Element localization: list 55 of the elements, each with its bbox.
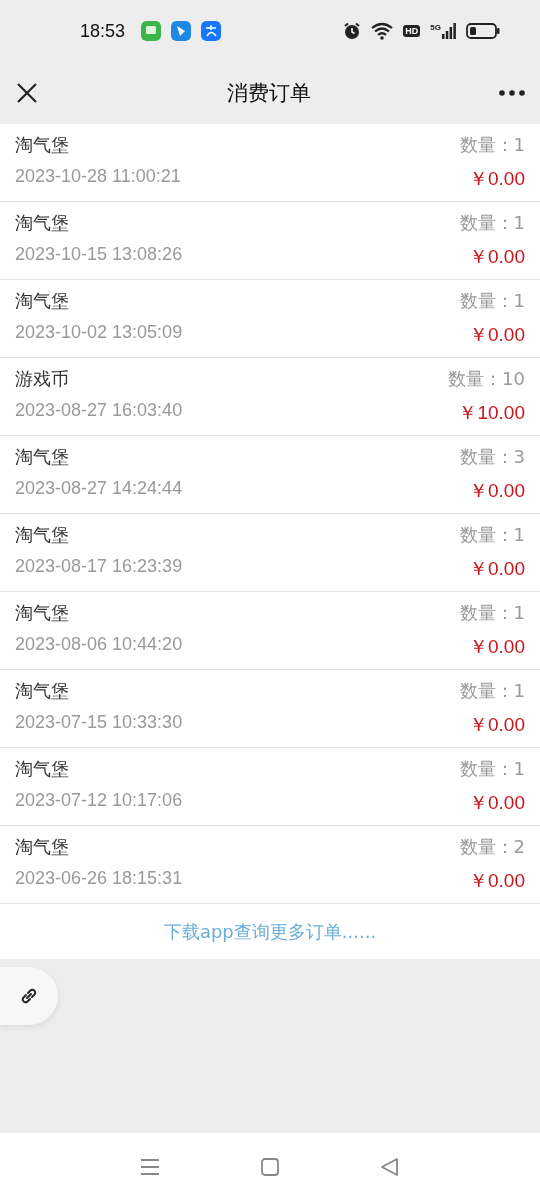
order-time: 2023-10-15 13:08:26 bbox=[15, 244, 184, 266]
order-price: ￥0.00 bbox=[469, 479, 525, 503]
order-price: ￥0.00 bbox=[469, 869, 525, 893]
product-name: 游戏币 bbox=[15, 367, 70, 391]
order-price: ￥10.00 bbox=[458, 401, 525, 425]
page-title: 消费订单 bbox=[227, 80, 311, 107]
quantity-text: 数量：3 bbox=[459, 445, 525, 469]
pay-app-icon bbox=[201, 21, 222, 41]
battery-icon bbox=[466, 23, 500, 39]
back-button[interactable] bbox=[380, 1156, 400, 1177]
alarm-icon bbox=[343, 22, 362, 40]
menu-icon[interactable] bbox=[140, 1157, 160, 1176]
order-price: ￥0.00 bbox=[469, 245, 525, 269]
order-time: 2023-08-27 16:03:40 bbox=[15, 400, 184, 422]
quantity-text: 数量：1 bbox=[459, 601, 525, 625]
order-time: 2023-10-02 13:05:09 bbox=[15, 322, 184, 344]
product-name: 淘气堡 bbox=[15, 679, 70, 703]
quantity-text: 数量：1 bbox=[459, 289, 525, 313]
product-name: 淘气堡 bbox=[15, 757, 70, 781]
hd-icon: HD bbox=[403, 25, 421, 37]
quantity-text: 数量：2 bbox=[459, 835, 525, 859]
chat-app-icon bbox=[141, 21, 162, 41]
quantity-text: 数量：1 bbox=[459, 523, 525, 547]
order-price: ￥0.00 bbox=[469, 557, 525, 581]
order-price: ￥0.00 bbox=[469, 713, 525, 737]
order-time: 2023-07-15 10:33:30 bbox=[15, 712, 184, 734]
quantity-text: 数量：1 bbox=[459, 211, 525, 235]
product-name: 淘气堡 bbox=[15, 835, 70, 859]
link-button[interactable] bbox=[0, 967, 58, 1025]
product-name: 淘气堡 bbox=[15, 445, 70, 469]
order-time: 2023-08-06 10:44:20 bbox=[15, 634, 184, 656]
order-time: 2023-07-12 10:17:06 bbox=[15, 790, 184, 812]
order-time: 2023-08-27 14:24:44 bbox=[15, 478, 184, 500]
download-app-link[interactable]: 下载app查询更多订单...... bbox=[163, 919, 377, 944]
product-name: 淘气堡 bbox=[15, 211, 70, 235]
product-name: 淘气堡 bbox=[15, 523, 70, 547]
home-button[interactable] bbox=[260, 1156, 280, 1177]
more-button[interactable] bbox=[498, 89, 526, 97]
quantity-text: 数量：1 bbox=[459, 679, 525, 703]
quantity-text: 数量：10 bbox=[448, 367, 525, 391]
quantity-text: 数量：1 bbox=[459, 757, 525, 781]
order-time: 2023-06-26 18:15:31 bbox=[15, 868, 184, 890]
quantity-text: 数量：1 bbox=[459, 133, 525, 157]
wifi-icon bbox=[371, 22, 394, 40]
product-name: 淘气堡 bbox=[15, 601, 70, 625]
order-price: ￥0.00 bbox=[469, 323, 525, 347]
product-name: 淘气堡 bbox=[15, 289, 70, 313]
order-price: ￥0.00 bbox=[469, 635, 525, 659]
bird-app-icon bbox=[171, 21, 192, 41]
order-time: 2023-08-17 16:23:39 bbox=[15, 556, 184, 578]
order-price: ￥0.00 bbox=[469, 791, 525, 815]
order-price: ￥0.00 bbox=[469, 167, 525, 191]
product-name: 淘气堡 bbox=[15, 133, 70, 157]
status-time: 18:53 bbox=[80, 20, 126, 42]
order-time: 2023-10-28 11:00:21 bbox=[15, 166, 182, 188]
